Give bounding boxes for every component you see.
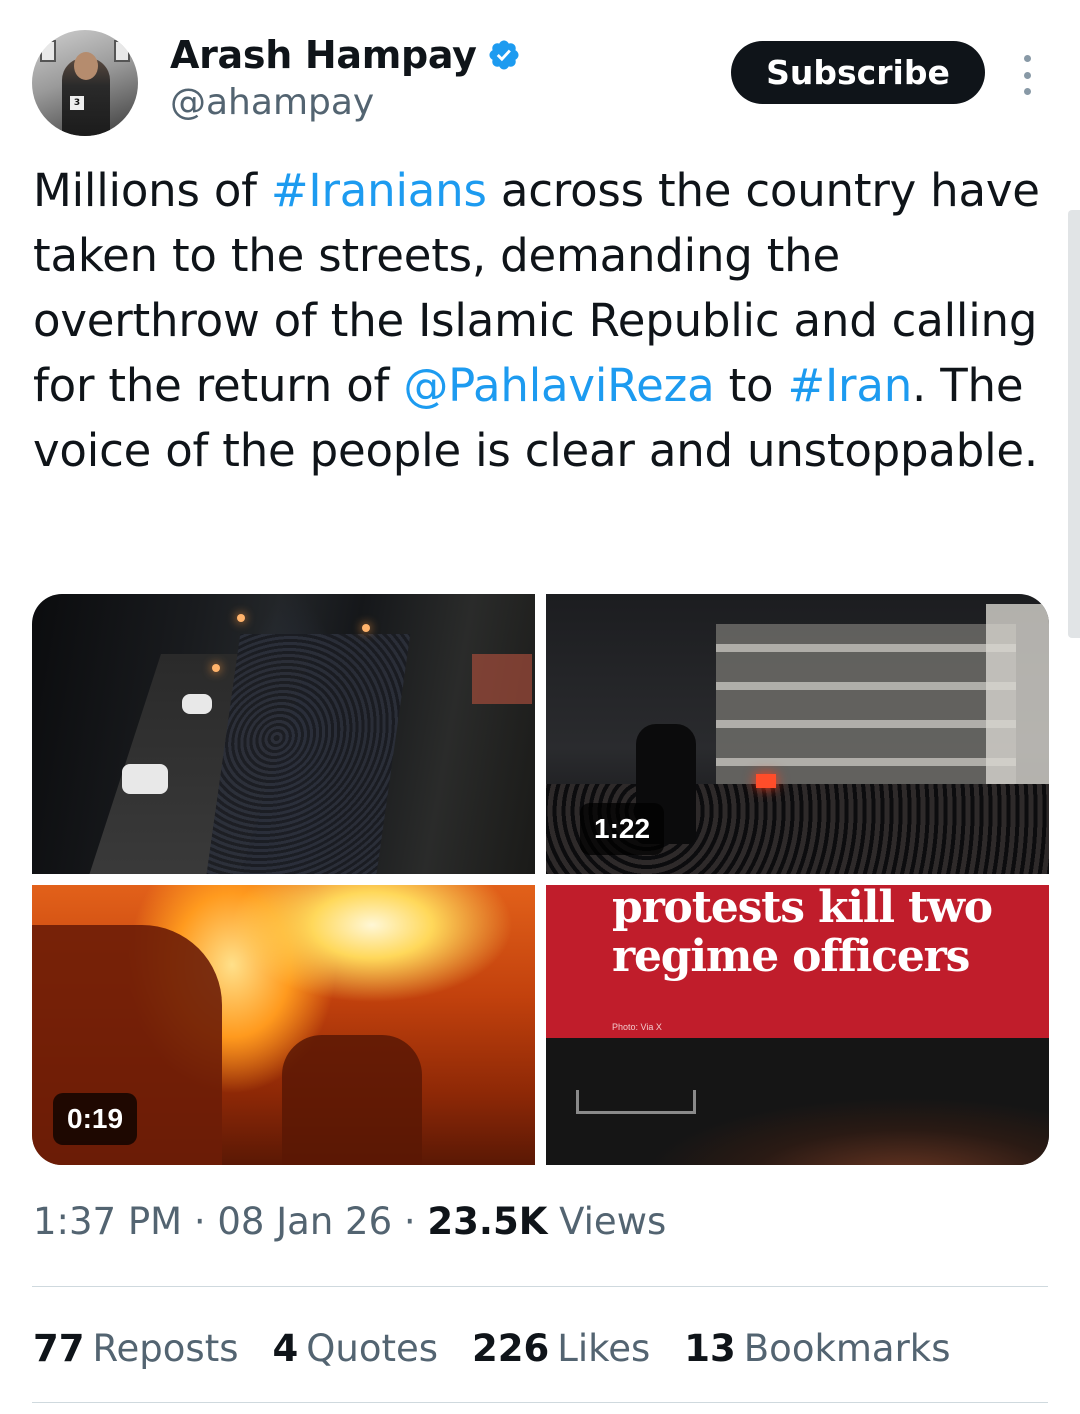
- streetlight-pole: [576, 1090, 696, 1114]
- tweet-text-segment: Millions of: [33, 164, 271, 217]
- car-shape: [122, 764, 168, 794]
- meta-separator: ·: [392, 1200, 428, 1243]
- likes-stat[interactable]: 226 Likes: [472, 1327, 650, 1370]
- hashtag-link[interactable]: #Iranians: [271, 164, 487, 217]
- shadow-shape: [282, 1035, 422, 1165]
- tweet-date[interactable]: 08 Jan 26: [217, 1200, 392, 1243]
- quotes-stat[interactable]: 4 Quotes: [273, 1327, 439, 1370]
- avatar-background: [40, 40, 56, 62]
- reposts-count: 77: [33, 1326, 85, 1370]
- author-display-name[interactable]: Arash Hampay: [170, 33, 477, 77]
- author-handle[interactable]: @ahampay: [170, 82, 374, 123]
- tweet-time[interactable]: 1:37 PM: [33, 1200, 182, 1243]
- media-video-2[interactable]: 1:22: [546, 594, 1049, 874]
- verified-badge-icon: [489, 40, 519, 70]
- building-shape: [986, 604, 1049, 804]
- crowd-scene: [203, 634, 411, 874]
- media-video-3[interactable]: 0:19: [32, 885, 535, 1165]
- street-light: [212, 664, 220, 672]
- dot: [1023, 55, 1031, 62]
- mention-link[interactable]: @PahlaviReza: [403, 359, 714, 412]
- avatar-background: [114, 40, 130, 62]
- media-grid: 1:22 0:19 protests kill two regime offic…: [32, 594, 1049, 1165]
- scrollbar[interactable]: [1068, 210, 1080, 638]
- divider: [32, 1402, 1048, 1403]
- author-name-row[interactable]: Arash Hampay: [170, 30, 521, 80]
- bookmarks-stat[interactable]: 13 Bookmarks: [684, 1327, 950, 1370]
- street-light: [362, 624, 370, 632]
- dot: [1023, 88, 1031, 95]
- likes-count: 226: [472, 1326, 550, 1370]
- media-image-4[interactable]: protests kill two regime officers Photo:…: [546, 885, 1049, 1165]
- dot: [1023, 71, 1031, 79]
- video-duration-badge: 0:19: [53, 1093, 138, 1145]
- views-label: Views: [547, 1200, 667, 1243]
- avatar-face: [74, 52, 98, 80]
- photo-credit: Photo: Via X: [612, 1022, 662, 1032]
- reposts-stat[interactable]: 77 Reposts: [33, 1327, 239, 1370]
- quotes-label: Quotes: [306, 1326, 439, 1370]
- bookmarks-count: 13: [684, 1326, 736, 1370]
- tweet-text-segment: to: [714, 359, 788, 412]
- reposts-label: Reposts: [92, 1326, 239, 1370]
- author-avatar[interactable]: 3: [32, 30, 138, 136]
- divider: [32, 1286, 1048, 1287]
- tweet-header: 3 Arash Hampay @ahampay Subscribe: [0, 0, 1080, 150]
- video-duration-badge: 1:22: [580, 803, 665, 855]
- subscribe-button[interactable]: Subscribe: [731, 41, 985, 104]
- quotes-count: 4: [272, 1326, 299, 1370]
- bookmarks-label: Bookmarks: [743, 1326, 951, 1370]
- car-shape: [182, 694, 212, 714]
- street-light: [237, 614, 245, 622]
- likes-label: Likes: [557, 1326, 651, 1370]
- meta-separator: ·: [182, 1200, 218, 1243]
- engagement-stats: 77 Reposts 4 Quotes 226 Likes 13 Bookmarks: [33, 1318, 985, 1378]
- storefront-sign: [472, 654, 532, 704]
- hashtag-link[interactable]: #Iran: [787, 359, 912, 412]
- more-vertical-icon[interactable]: [1012, 55, 1042, 95]
- image-headline: protests kill two regime officers: [612, 885, 993, 982]
- views-count: 23.5K: [427, 1200, 548, 1243]
- tweet-text: Millions of #Iranians across the country…: [33, 158, 1043, 483]
- avatar-bib-number: 3: [70, 96, 84, 110]
- media-image-1[interactable]: [32, 594, 535, 874]
- phone-light: [756, 774, 776, 788]
- tweet-meta: 1:37 PM · 08 Jan 26 · 23.5K Views: [33, 1200, 666, 1243]
